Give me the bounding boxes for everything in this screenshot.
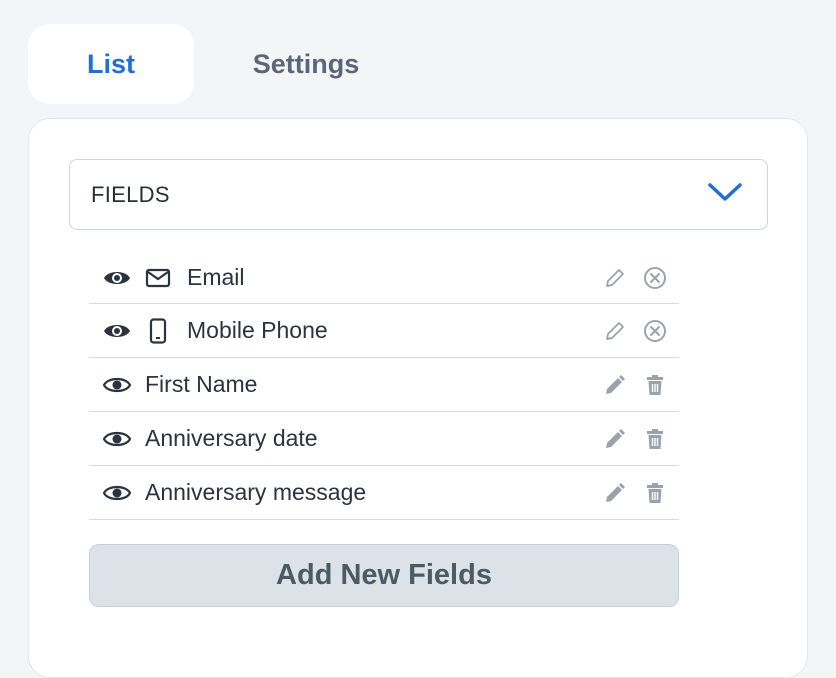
trash-icon[interactable] [643,481,667,505]
tab-bar: List Settings [28,24,418,104]
field-label: Anniversary date [145,424,318,451]
field-row-email: Email [89,252,679,304]
pencil-filled-icon[interactable] [603,481,627,505]
pencil-filled-icon[interactable] [603,373,627,397]
pencil-outline-icon[interactable] [603,266,627,290]
trash-icon[interactable] [643,427,667,451]
field-row-anniversary-date: Anniversary date [89,412,679,466]
pencil-outline-icon[interactable] [603,319,627,343]
eye-icon[interactable] [103,268,131,288]
field-row-anniversary-message: Anniversary message [89,466,679,520]
eye-icon[interactable] [103,483,131,503]
field-row-mobile-phone: Mobile Phone [89,304,679,358]
chevron-down-icon [707,181,743,208]
field-row-first-name: First Name [89,358,679,412]
trash-icon[interactable] [643,373,667,397]
mobile-phone-icon [145,317,171,344]
eye-icon[interactable] [103,321,131,341]
field-label: Anniversary message [145,478,367,505]
circle-x-icon[interactable] [643,266,667,290]
field-list: Email Mobile Phone First Name Anniversar… [89,252,679,520]
field-label: First Name [145,370,258,397]
eye-icon[interactable] [103,429,131,449]
circle-x-icon[interactable] [643,319,667,343]
tab-list[interactable]: List [28,24,194,104]
add-new-fields-button[interactable]: Add New Fields [89,544,679,607]
fields-dropdown-label: FIELDS [91,181,170,207]
fields-dropdown[interactable]: FIELDS [69,159,768,230]
mail-icon [145,265,171,291]
field-label: Mobile Phone [187,316,328,343]
field-label: Email [187,263,245,290]
list-panel: FIELDS Email Mobile Phone First Name Ann… [28,118,808,678]
pencil-filled-icon[interactable] [603,427,627,451]
eye-icon[interactable] [103,375,131,395]
tab-settings[interactable]: Settings [194,24,418,104]
